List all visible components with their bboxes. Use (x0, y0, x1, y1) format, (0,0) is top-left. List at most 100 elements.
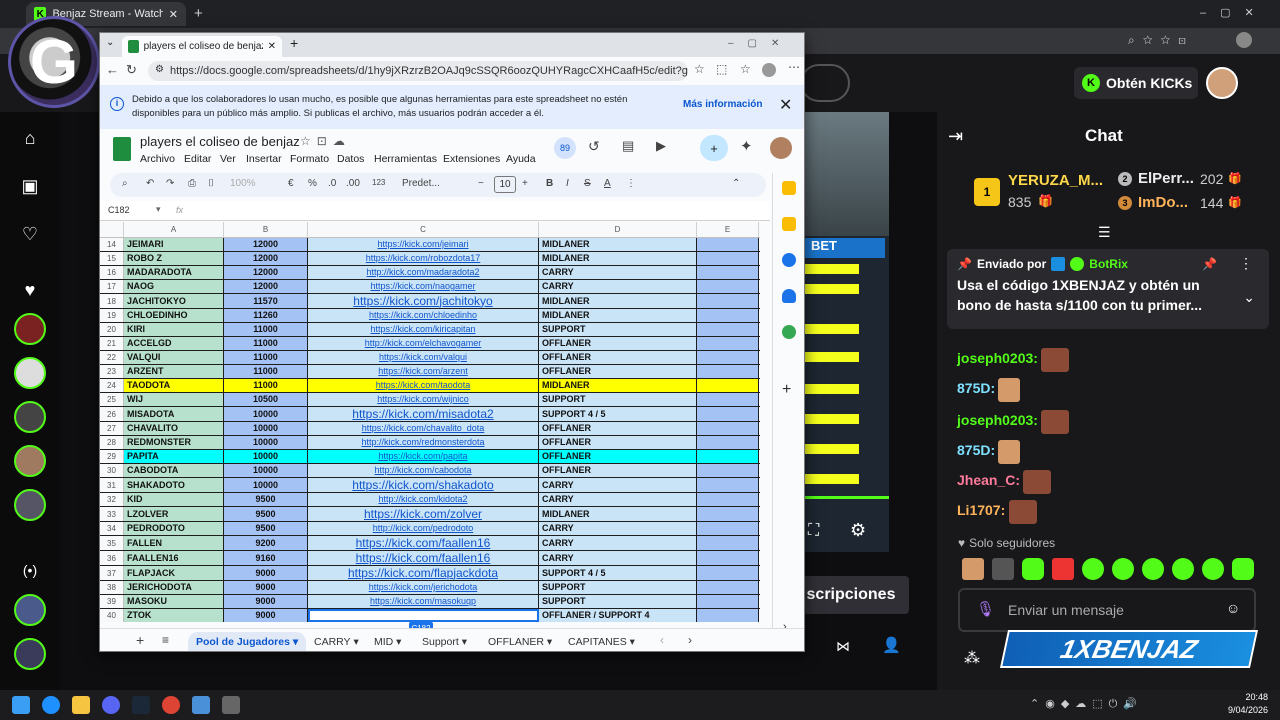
score-cell[interactable]: 9000 (224, 609, 308, 622)
more-menu-icon[interactable]: ⋯ (788, 60, 800, 74)
collapse-chat-icon[interactable]: ⇥ (948, 126, 963, 147)
link-cell[interactable]: https://kick.com/robozdota17 (308, 252, 539, 265)
table-row[interactable]: 25 WIJ 10500 https://kick.com/wijnico SUPPOR… (100, 393, 760, 407)
player-name-cell[interactable]: ARZENT (124, 365, 224, 378)
meet-icon[interactable]: ▶ (656, 138, 666, 154)
table-row[interactable]: 22 VALQUI 11000 https://kick.com/valqui OFFL… (100, 351, 760, 365)
row-number[interactable]: 32 (100, 493, 124, 506)
pinned-message[interactable]: 📌 Enviado por BotRix Usa el código 1XBEN… (947, 249, 1269, 329)
link-cell[interactable]: https://kick.com/flapjackdota (308, 566, 539, 580)
clock-date[interactable]: 9/04/2026 (1222, 705, 1268, 715)
score-cell[interactable]: 11000 (224, 351, 308, 364)
add-sheet-icon[interactable]: + (136, 632, 144, 648)
row-number[interactable]: 15 (100, 252, 124, 265)
player-name-cell[interactable]: NAOG (124, 280, 224, 293)
player-name-cell[interactable]: FALLEN (124, 536, 224, 550)
url-field[interactable]: ⚙ https://docs.google.com/spreadsheets/d… (148, 61, 688, 81)
player-name-cell[interactable]: TAODOTA (124, 379, 224, 392)
table-row[interactable]: 15 ROBO Z 12000 https://kick.com/robozdota1… (100, 252, 760, 266)
emote-icon[interactable] (1172, 558, 1194, 580)
emote-icon[interactable] (962, 558, 984, 580)
favorites-icon[interactable]: ☆ (740, 62, 751, 76)
account-avatar[interactable] (770, 137, 792, 159)
empty-cell[interactable] (697, 407, 759, 421)
role-cell[interactable]: CARRY (539, 266, 697, 279)
channel-avatar[interactable] (14, 313, 46, 345)
link-cell[interactable]: https://kick.com/jeimari (308, 238, 539, 251)
discord-icon[interactable] (102, 696, 120, 714)
score-cell[interactable]: 9000 (224, 566, 308, 580)
score-cell[interactable]: 9500 (224, 507, 308, 521)
emote-icon[interactable] (1142, 558, 1164, 580)
score-cell[interactable]: 10000 (224, 436, 308, 449)
new-tab-icon[interactable]: + (290, 35, 298, 51)
table-row[interactable]: 21 ACCELGD 11000 http://kick.com/elchavogam… (100, 337, 760, 351)
link-cell[interactable]: http://kick.com/elchavogamer (308, 337, 539, 350)
table-row[interactable]: 31 SHAKADOTO 10000 https://kick.com/shakado… (100, 478, 760, 493)
system-tray-icons[interactable]: ⌃◉◆☁⬚⏻🔊 (1030, 697, 1143, 711)
score-cell[interactable]: 12000 (224, 280, 308, 293)
role-cell[interactable]: OFFLANER (539, 365, 697, 378)
link-cell[interactable] (308, 609, 539, 622)
emote-icon[interactable] (1112, 558, 1134, 580)
link-cell[interactable]: https://kick.com/jerichodota (308, 581, 539, 594)
score-cell[interactable]: 10000 (224, 450, 308, 463)
role-cell[interactable]: SUPPORT (539, 595, 697, 608)
role-cell[interactable]: SUPPORT (539, 581, 697, 594)
role-cell[interactable]: OFFLANER (539, 450, 697, 463)
row-number[interactable]: 19 (100, 309, 124, 322)
link-cell[interactable]: http://kick.com/redmonsterdota (308, 436, 539, 449)
role-cell[interactable]: SUPPORT (539, 393, 697, 406)
video-progress-bar[interactable] (805, 496, 889, 499)
tab-list-icon[interactable]: ⌄ (106, 37, 114, 48)
role-cell[interactable]: SUPPORT 4 / 5 (539, 407, 697, 421)
text-color-icon[interactable]: A (604, 178, 611, 189)
empty-cell[interactable] (697, 478, 759, 492)
table-row[interactable]: 33 LZOLVER 9500 https://kick.com/zolver MIDL… (100, 507, 760, 522)
link-cell[interactable]: http://kick.com/madaradota2 (308, 266, 539, 279)
zoom-select[interactable]: 100% (230, 178, 256, 189)
keep-icon[interactable] (782, 217, 796, 231)
player-name-cell[interactable]: JEIMARI (124, 238, 224, 251)
sheet-tab-pool[interactable]: Pool de Jugadores ▾ (188, 632, 307, 651)
more-options-icon[interactable]: ⋮ (626, 178, 636, 189)
table-row[interactable]: 19 CHLOEDINHO 11260 https://kick.com/chloed… (100, 309, 760, 323)
score-cell[interactable]: 10500 (224, 393, 308, 406)
search-pill[interactable] (800, 64, 850, 102)
player-name-cell[interactable]: JERICHODOTA (124, 581, 224, 594)
row-number[interactable]: 37 (100, 566, 124, 580)
role-cell[interactable]: SUPPORT (539, 323, 697, 336)
channel-avatar[interactable] (14, 594, 46, 626)
all-sheets-icon[interactable]: ≡ (162, 633, 169, 647)
undo-icon[interactable]: ↶ (146, 178, 154, 189)
column-header[interactable]: B (224, 222, 308, 237)
table-row[interactable]: 18 JACHITOKYO 11570 https://kick.com/jachit… (100, 294, 760, 309)
row-number[interactable]: 27 (100, 422, 124, 435)
table-row[interactable]: 34 PEDRODOTO 9500 http://kick.com/pedrodoto… (100, 522, 760, 536)
link-cell[interactable]: http://kick.com/kidota2 (308, 493, 539, 506)
row-number[interactable]: 29 (100, 450, 124, 463)
row-number[interactable]: 40 (100, 609, 124, 622)
table-row[interactable]: 32 KID 9500 http://kick.com/kidota2 CARRY (100, 493, 760, 507)
score-cell[interactable]: 12000 (224, 252, 308, 265)
app-icon[interactable] (162, 696, 180, 714)
player-name-cell[interactable]: MISADOTA (124, 407, 224, 421)
table-row[interactable]: 23 ARZENT 11000 https://kick.com/arzent OFFL… (100, 365, 760, 379)
channel-avatar[interactable] (14, 445, 46, 477)
role-cell[interactable]: CARRY (539, 522, 697, 535)
fullscreen-icon[interactable]: ⛶ (808, 522, 819, 540)
table-row[interactable]: 30 CABODOTA 10000 http://kick.com/cabodota O… (100, 464, 760, 478)
table-row[interactable]: 17 NAOG 12000 https://kick.com/naogamer CARR… (100, 280, 760, 294)
chat-settings-icon[interactable]: ⁂ (964, 648, 980, 668)
player-name-cell[interactable]: VALQUI (124, 351, 224, 364)
italic-icon[interactable]: I (566, 178, 569, 189)
heart-icon[interactable]: ♥ (18, 278, 42, 302)
more-options-icon[interactable]: ⋮ (1239, 255, 1253, 272)
role-cell[interactable]: SUPPORT 4 / 5 (539, 566, 697, 580)
doc-title[interactable]: players el coliseo de benjaz (140, 134, 300, 149)
window-controls[interactable]: –▢✕ (1200, 6, 1268, 19)
player-name-cell[interactable]: JACHITOKYO (124, 294, 224, 308)
row-number[interactable]: 18 (100, 294, 124, 308)
role-cell[interactable]: MIDLANER (539, 252, 697, 265)
player-name-cell[interactable]: PEDRODOTO (124, 522, 224, 535)
